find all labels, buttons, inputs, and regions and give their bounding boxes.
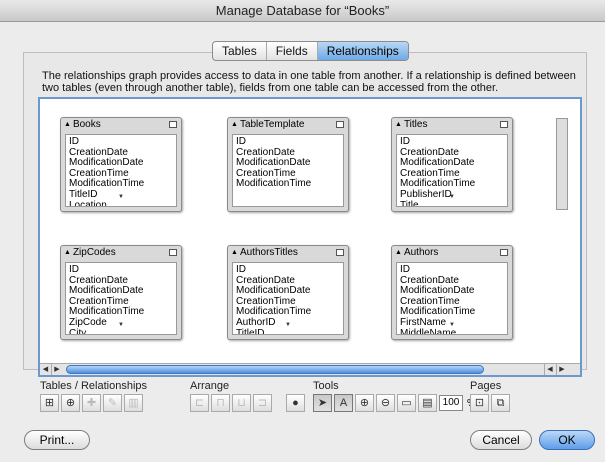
table-name: Titles: [403, 119, 428, 130]
table-occurrence[interactable]: ▲ Titles ID CreationDate ModificationDate Cre…: [391, 117, 513, 212]
table-name: ZipCodes: [72, 247, 116, 258]
view-tools: ➤ A ⊕ ⊖ ▭ ▤ 100 %: [313, 393, 476, 413]
collapse-arrow-icon[interactable]: ▲: [64, 121, 71, 128]
resize-icon[interactable]: ⊐: [253, 394, 272, 412]
add-relationship-icon[interactable]: ⊕: [61, 394, 80, 412]
scroll-left-end-icon[interactable]: ◀: [544, 364, 555, 375]
pages-label: Pages: [470, 380, 502, 392]
field-list[interactable]: ID CreationDate ModificationDate CreationTi…: [65, 134, 177, 207]
table-header[interactable]: ▲ Authors: [392, 246, 512, 260]
fit-window-icon[interactable]: ▭: [397, 394, 416, 412]
table-tools: ⊞ ⊕ ✚ ✎ ▥: [40, 393, 143, 413]
zoom-in-icon[interactable]: ⊕: [355, 394, 374, 412]
horizontal-scrollbar[interactable]: ◀ ▶ ◀ ▶: [40, 363, 580, 375]
field-item[interactable]: ID: [400, 136, 504, 148]
field-list[interactable]: ID CreationDate ModificationDate CreationTi…: [232, 262, 344, 335]
table-header[interactable]: ▲ TableTemplate: [228, 118, 348, 132]
table-menu-icon[interactable]: [169, 249, 177, 256]
tools-label: Tools: [313, 380, 339, 392]
table-menu-icon[interactable]: [336, 121, 344, 128]
table-name: TableTemplate: [239, 119, 305, 130]
align-top-icon[interactable]: ⊓: [211, 394, 230, 412]
field-item[interactable]: ID: [69, 136, 173, 148]
delete-icon[interactable]: ▥: [124, 394, 143, 412]
field-item[interactable]: ID: [69, 264, 173, 276]
page-breaks-icon[interactable]: ⊡: [470, 394, 489, 412]
table-menu-icon[interactable]: [500, 249, 508, 256]
table-occurrence[interactable]: ▲ Books ID CreationDate ModificationDate Crea…: [60, 117, 182, 212]
color-icon[interactable]: ●: [286, 394, 305, 412]
table-header[interactable]: ▲ AuthorsTitles: [228, 246, 348, 260]
arrange-label: Arrange: [190, 380, 230, 392]
table-menu-icon[interactable]: [169, 121, 177, 128]
table-menu-icon[interactable]: [500, 121, 508, 128]
table-header[interactable]: ▲ Titles: [392, 118, 512, 132]
dialog-window: Manage Database for “Books” Tables Field…: [0, 0, 605, 462]
more-fields-icon[interactable]: ▼: [285, 320, 291, 331]
collapse-arrow-icon[interactable]: ▲: [395, 249, 402, 256]
field-item[interactable]: ID: [400, 264, 504, 276]
collapse-arrow-icon[interactable]: ▲: [64, 249, 71, 256]
relationships-description: The relationships graph provides access …: [42, 70, 576, 94]
zoom-percentage-field[interactable]: 100: [439, 395, 463, 411]
duplicate-icon[interactable]: ✚: [82, 394, 101, 412]
page-tools: ⊡ ⧉: [470, 393, 510, 413]
table-occurrence[interactable]: ▲ AuthorsTitles ID CreationDate Modification…: [227, 245, 349, 340]
distribute-icon[interactable]: ⊔: [232, 394, 251, 412]
table-header[interactable]: ▲ Books: [61, 118, 181, 132]
field-list[interactable]: ID CreationDate ModificationDate CreationTi…: [396, 134, 508, 207]
collapse-arrow-icon[interactable]: ▲: [231, 121, 238, 128]
add-table-icon[interactable]: ⊞: [40, 394, 59, 412]
tables-relationships-label: Tables / Relationships: [40, 380, 148, 392]
tab-fields[interactable]: Fields: [267, 42, 318, 60]
field-item[interactable]: ID: [236, 264, 340, 276]
edit-icon[interactable]: ✎: [103, 394, 122, 412]
page-setup-icon[interactable]: ⧉: [491, 394, 510, 412]
collapse-arrow-icon[interactable]: ▲: [231, 249, 238, 256]
text-tool-icon[interactable]: A: [334, 394, 353, 412]
collapse-arrow-icon[interactable]: ▲: [395, 121, 402, 128]
table-name: AuthorsTitles: [239, 247, 298, 258]
tab-relationships[interactable]: Relationships: [317, 42, 408, 60]
field-list[interactable]: ID CreationDate ModificationDate CreationTi…: [232, 134, 344, 207]
align-left-icon[interactable]: ⊏: [190, 394, 209, 412]
note-icon[interactable]: ▤: [418, 394, 437, 412]
table-clipped-right[interactable]: [556, 118, 568, 210]
field-item[interactable]: ID: [236, 136, 340, 148]
more-fields-icon[interactable]: ▼: [449, 192, 455, 203]
field-list[interactable]: ID CreationDate ModificationDate CreationTi…: [396, 262, 508, 335]
field-list[interactable]: ID CreationDate ModificationDate CreationTi…: [65, 262, 177, 335]
table-name: Books: [72, 119, 101, 130]
more-fields-icon[interactable]: ▼: [449, 320, 455, 331]
zoom-out-icon[interactable]: ⊖: [376, 394, 395, 412]
ok-button[interactable]: OK: [539, 430, 595, 450]
cancel-button[interactable]: Cancel: [470, 430, 532, 450]
scroll-right-icon[interactable]: ▶: [51, 364, 62, 375]
scroll-left-icon[interactable]: ◀: [40, 364, 51, 375]
table-name: Authors: [403, 247, 439, 258]
arrange-tools: ⊏ ⊓ ⊔ ⊐ ●: [190, 393, 305, 413]
table-occurrence[interactable]: ▲ Authors ID CreationDate ModificationDate Cr…: [391, 245, 513, 340]
print-button[interactable]: Print...: [24, 430, 90, 450]
table-menu-icon[interactable]: [336, 249, 344, 256]
window-title: Manage Database for “Books”: [0, 0, 605, 22]
relationships-graph[interactable]: ▲ Books ID CreationDate ModificationDate Crea…: [38, 97, 582, 377]
pointer-icon[interactable]: ➤: [313, 394, 332, 412]
tab-bar: Tables Fields Relationships: [212, 41, 409, 61]
table-occurrence[interactable]: ▲ TableTemplate ID CreationDate Modification…: [227, 117, 349, 212]
more-fields-icon[interactable]: ▼: [118, 192, 124, 203]
field-item[interactable]: ModificationTime: [236, 179, 340, 190]
scroll-right-end-icon[interactable]: ▶: [556, 364, 567, 375]
table-header[interactable]: ▲ ZipCodes: [61, 246, 181, 260]
table-occurrence[interactable]: ▲ ZipCodes ID CreationDate ModificationDate C…: [60, 245, 182, 340]
tab-tables[interactable]: Tables: [213, 42, 267, 60]
scroll-thumb[interactable]: [66, 365, 484, 374]
more-fields-icon[interactable]: ▼: [118, 320, 124, 331]
